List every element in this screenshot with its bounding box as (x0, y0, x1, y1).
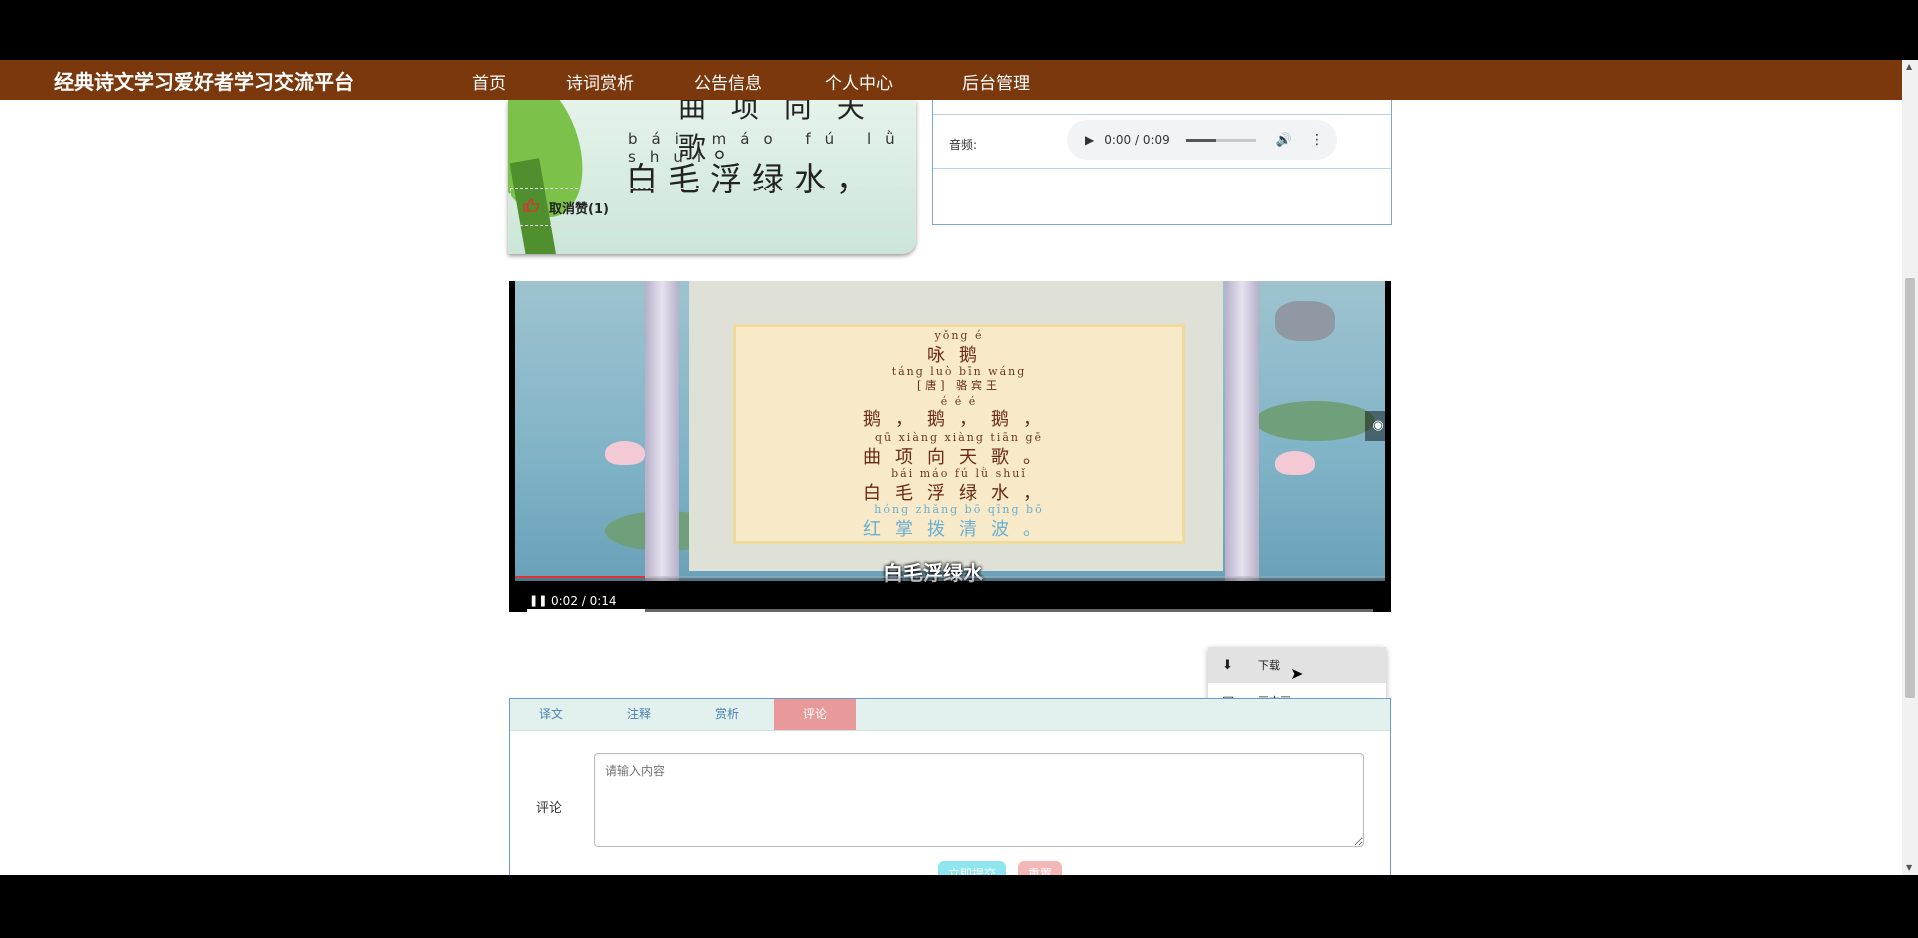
mouse-cursor-icon: ➤ (1290, 664, 1304, 683)
lotus-flower-graphic (605, 441, 645, 465)
poem-author: [唐] 骆宾王 (916, 379, 1002, 392)
scroll-pole-left (645, 281, 679, 581)
tab-appreciation[interactable]: 赏析 (686, 699, 768, 730)
poem-frame: yǒng é 咏鹅 táng luò bīn wáng [唐] 骆宾王 é é … (733, 324, 1185, 544)
scroll-pole-right (1225, 281, 1259, 581)
tab-translation[interactable]: 译文 (510, 699, 592, 730)
lily-pad-graphic (1255, 401, 1375, 441)
nav-profile[interactable]: 个人中心 (825, 69, 893, 94)
more-options-icon[interactable]: ⋮ (1310, 132, 1324, 148)
poem-line: 曲项向天歌。 (863, 447, 1055, 468)
video-seek-bar[interactable] (527, 609, 1373, 612)
audio-label: 音频: (949, 138, 978, 152)
audio-info-panel: 音频: ▶ 0:00 / 0:09 🔊 ⋮ (932, 100, 1392, 225)
reset-button[interactable]: 重置 (1018, 861, 1062, 875)
audio-seek-bar[interactable] (1185, 138, 1256, 142)
comment-input[interactable] (594, 753, 1364, 847)
video-frame: yǒng é 咏鹅 táng luò bīn wáng [唐] 骆宾王 é é … (515, 281, 1385, 581)
scroll-thumb[interactable] (1905, 278, 1915, 698)
volume-icon[interactable]: 🔊 (1276, 133, 1292, 148)
nav-poems[interactable]: 诗词赏析 (566, 69, 634, 94)
tab-row: 译文 注释 赏析 评论 (510, 699, 1390, 731)
scroll-up-icon[interactable]: ▲ (1906, 62, 1912, 71)
audio-player[interactable]: ▶ 0:00 / 0:09 🔊 ⋮ (1067, 120, 1337, 160)
lotus-flower-graphic (1275, 451, 1315, 475)
video-player[interactable]: yǒng é 咏鹅 táng luò bīn wáng [唐] 骆宾王 é é … (509, 281, 1391, 612)
tab-notes[interactable]: 注释 (598, 699, 680, 730)
submit-button[interactable]: 立即提交 (938, 861, 1006, 875)
unlike-button[interactable]: 取消赞(1) (549, 198, 609, 217)
menu-item-label: 下载 (1258, 659, 1280, 672)
poem-title: 咏鹅 (927, 345, 991, 366)
like-bar[interactable]: 取消赞(1) (510, 188, 914, 226)
comment-label: 评论 (536, 801, 563, 816)
thumbs-up-icon[interactable] (523, 198, 540, 216)
video-controls: ❚❚ 0:02 / 0:14 (515, 576, 1385, 612)
nav-home[interactable]: 首页 (472, 69, 506, 94)
tab-comments[interactable]: 评论 (774, 699, 856, 730)
download-icon: ⬇ (1222, 657, 1233, 673)
top-navbar: 经典诗文学习爱好者学习交流平台 首页 诗词赏析 公告信息 个人中心 后台管理 (0, 60, 1902, 100)
pause-icon[interactable]: ❚❚ (529, 594, 547, 607)
camera-icon[interactable]: ◉ (1365, 411, 1391, 441)
site-title[interactable]: 经典诗文学习爱好者学习交流平台 (54, 66, 454, 95)
poem-cover-image: 曲 项 向 天 歌。 bái máo fú lǜ shuǐ 白毛浮绿水， (508, 100, 916, 254)
video-time: 0:02 / 0:14 (551, 594, 617, 608)
poem-line: 白毛浮绿水， (863, 483, 1055, 504)
divider (933, 114, 1391, 115)
poem-detail-tabs: 译文 注释 赏析 评论 评论 立即提交 重置 (509, 698, 1391, 875)
play-icon[interactable]: ▶ (1085, 133, 1094, 147)
scroll-down-icon[interactable]: ▼ (1906, 863, 1912, 872)
poem-line: 鹅，鹅，鹅， (863, 409, 1055, 430)
nav-admin[interactable]: 后台管理 (962, 69, 1030, 94)
poem-line: 红掌拨清波。 (863, 519, 1055, 540)
divider (933, 168, 1391, 169)
audio-time: 0:00 / 0:09 (1104, 133, 1170, 147)
nav-announcements[interactable]: 公告信息 (694, 69, 762, 94)
browser-viewport: 经典诗文学习爱好者学习交流平台 首页 诗词赏析 公告信息 个人中心 后台管理 曲… (0, 60, 1918, 875)
rock-graphic (1275, 301, 1335, 341)
embedded-progress (515, 576, 1385, 578)
page-scrollbar[interactable]: ▲ ▼ (1902, 60, 1918, 875)
